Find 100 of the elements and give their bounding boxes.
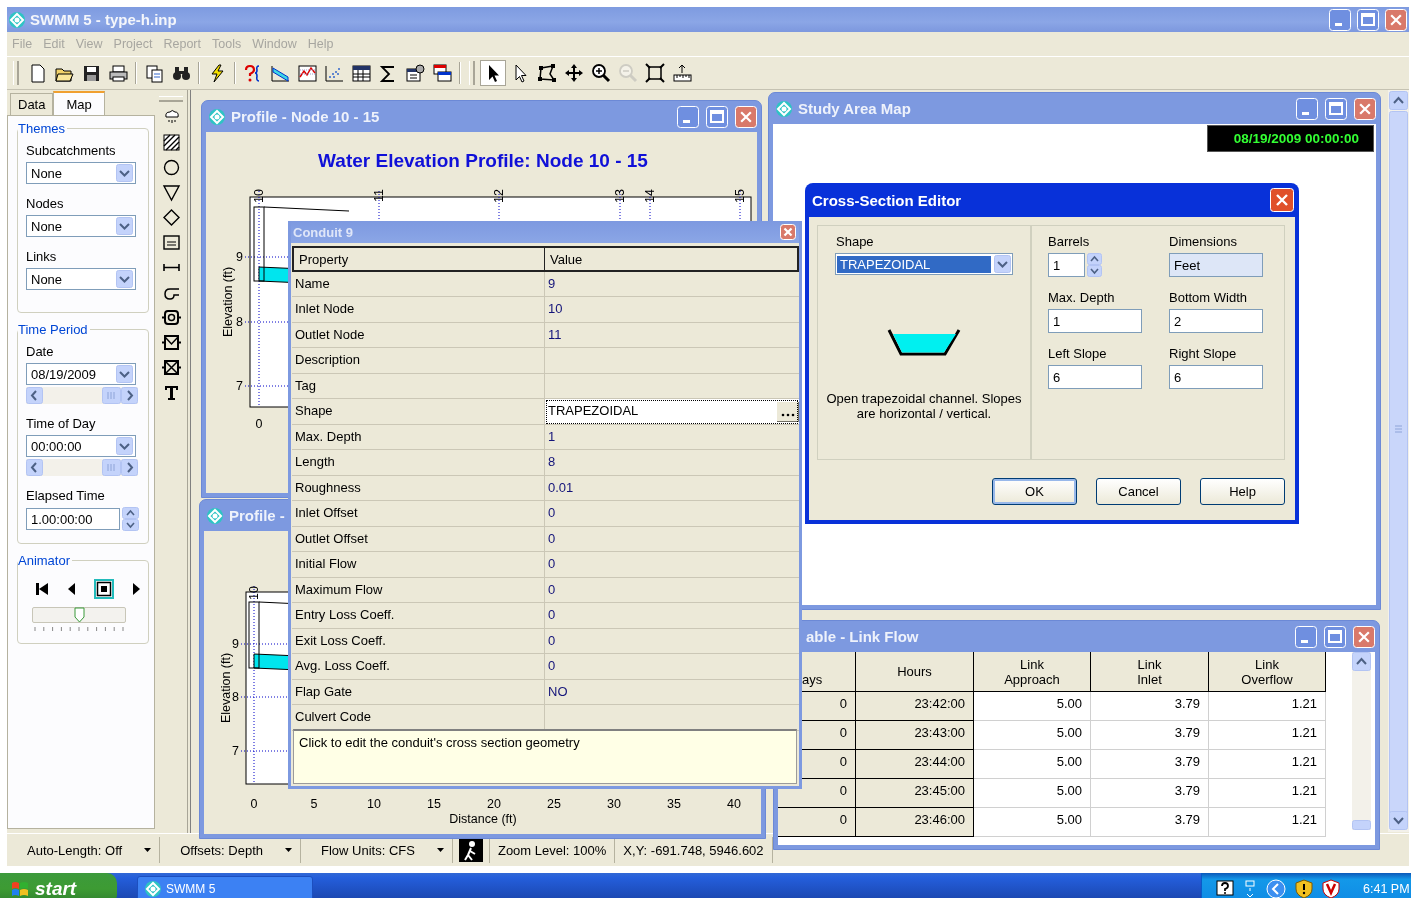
window-title: able - Link Flow bbox=[806, 628, 919, 645]
shield-icon[interactable] bbox=[1295, 879, 1313, 898]
dialog-button[interactable]: OK bbox=[992, 478, 1077, 505]
minimize-button[interactable] bbox=[1329, 8, 1351, 31]
close-button[interactable] bbox=[1353, 625, 1375, 648]
combo-value: 08/19/2009 bbox=[31, 366, 97, 382]
value-cell[interactable]: TRAPEZOIDAL bbox=[545, 399, 799, 425]
outlet-icon[interactable] bbox=[161, 358, 181, 377]
maximize-button[interactable] bbox=[1357, 8, 1379, 31]
status-dropdown[interactable]: Offsets: Depth bbox=[180, 842, 293, 858]
date-dropdown[interactable]: 08/19/2009 bbox=[26, 363, 136, 385]
table-cell: 5.00 bbox=[974, 750, 1091, 779]
field-label: Max. Depth bbox=[1048, 290, 1116, 305]
theme-dropdown[interactable]: None bbox=[26, 162, 136, 184]
input-field[interactable]: 1 bbox=[1048, 309, 1142, 333]
pointer-icon[interactable] bbox=[481, 61, 505, 85]
spinner-icon[interactable] bbox=[1087, 253, 1102, 277]
help-icon[interactable] bbox=[1216, 880, 1234, 898]
properties-icon[interactable] bbox=[403, 61, 427, 85]
barrels-field[interactable]: 1 bbox=[1048, 253, 1085, 277]
maximize-button[interactable] bbox=[706, 105, 728, 128]
start-button[interactable]: start bbox=[0, 873, 117, 898]
diamond-icon[interactable] bbox=[161, 208, 181, 227]
network-icon[interactable] bbox=[1243, 879, 1257, 898]
units-field[interactable]: Feet bbox=[1169, 253, 1263, 277]
axis-label: Elevation (ft) bbox=[221, 266, 235, 338]
axis-tick-label: 9 bbox=[232, 637, 239, 651]
axis-label: Elevation (ft) bbox=[219, 652, 233, 724]
running-figure-icon bbox=[458, 838, 483, 862]
property-cell: Inlet Node bbox=[292, 297, 545, 323]
zoom-in-icon[interactable] bbox=[589, 61, 613, 85]
spinner-icon[interactable] bbox=[122, 507, 139, 531]
input-field[interactable]: 6 bbox=[1048, 365, 1142, 389]
scrollbar[interactable] bbox=[1388, 90, 1409, 832]
more-options-icon[interactable] bbox=[777, 402, 799, 422]
weir-icon[interactable] bbox=[161, 333, 181, 352]
stop-icon[interactable] bbox=[94, 579, 114, 599]
slider-track[interactable] bbox=[32, 607, 126, 623]
minimize-button[interactable] bbox=[677, 105, 699, 128]
value-cell: 0 bbox=[545, 628, 799, 654]
scrollbar[interactable] bbox=[26, 459, 138, 476]
shield-icon[interactable] bbox=[1322, 879, 1340, 898]
maximize-button[interactable] bbox=[1324, 625, 1346, 648]
theme-dropdown[interactable]: None bbox=[26, 268, 136, 290]
status-dropdown[interactable]: Auto-Length: Off bbox=[27, 842, 152, 858]
triangle-icon[interactable] bbox=[161, 183, 181, 202]
orifice-icon[interactable] bbox=[161, 308, 181, 327]
table-cell: 3.79 bbox=[1091, 721, 1209, 750]
minimize-button[interactable] bbox=[1296, 97, 1318, 120]
group-title: Themes bbox=[18, 121, 67, 136]
table-cell: 5.00 bbox=[974, 808, 1091, 837]
taskbar-button[interactable]: SWMM 5 bbox=[137, 876, 313, 898]
skip-to-start-icon[interactable] bbox=[34, 581, 50, 597]
combo-value: None bbox=[31, 165, 63, 181]
theme-dropdown[interactable]: None bbox=[26, 215, 136, 237]
scrollbar[interactable] bbox=[26, 387, 138, 404]
close-button[interactable] bbox=[735, 105, 757, 128]
close-button[interactable] bbox=[1270, 188, 1294, 212]
app-logo-icon bbox=[144, 880, 162, 898]
toolbar-grip[interactable] bbox=[13, 61, 19, 85]
hatched-square-icon[interactable] bbox=[161, 133, 181, 152]
property-cell: Entry Loss Coeff. bbox=[292, 603, 545, 629]
panel-tab[interactable]: Map bbox=[53, 91, 105, 115]
close-button[interactable] bbox=[780, 224, 796, 240]
field-label: Right Slope bbox=[1169, 346, 1238, 361]
time-dropdown[interactable]: 00:00:00 bbox=[26, 435, 136, 457]
toolbar-grip[interactable] bbox=[469, 61, 475, 85]
app-logo-icon bbox=[208, 107, 226, 126]
property-cell: Outlet Node bbox=[292, 322, 545, 348]
property-cell: Exit Loss Coeff. bbox=[292, 628, 545, 654]
polygon-select-icon[interactable] bbox=[535, 61, 559, 85]
caret-icon[interactable] bbox=[285, 848, 293, 852]
axis-tick-label: 9 bbox=[236, 250, 243, 264]
table-cell: 5.00 bbox=[974, 779, 1091, 808]
column-header: Link Inlet bbox=[1091, 652, 1209, 692]
circle-icon[interactable] bbox=[161, 158, 181, 177]
axis-tick-label: 20 bbox=[487, 797, 501, 811]
status-dropdown[interactable]: Flow Units: CFS bbox=[321, 842, 444, 858]
storage-unit-icon[interactable] bbox=[161, 233, 181, 252]
close-button[interactable] bbox=[1354, 97, 1376, 120]
property-cell: Name bbox=[292, 271, 545, 297]
input-field[interactable]: 6 bbox=[1169, 365, 1263, 389]
app-logo-icon bbox=[775, 99, 793, 118]
elapsed-time-field[interactable]: 1.00:00:00 bbox=[26, 508, 120, 530]
maximize-button[interactable] bbox=[1325, 97, 1347, 120]
caret-icon[interactable] bbox=[144, 848, 152, 852]
axis-tick-label: 30 bbox=[607, 797, 621, 811]
cascade-windows-icon[interactable] bbox=[430, 61, 454, 85]
slider-thumb[interactable] bbox=[74, 607, 85, 623]
panel-tab[interactable]: Data bbox=[10, 93, 54, 115]
dialog-button[interactable]: Help bbox=[1200, 478, 1285, 505]
shape-dropdown[interactable]: TRAPEZOIDAL bbox=[835, 253, 1013, 275]
axis-tick-label: 7 bbox=[236, 379, 243, 393]
input-field[interactable]: 2 bbox=[1169, 309, 1263, 333]
close-button[interactable] bbox=[1385, 8, 1407, 31]
dialog-button[interactable]: Cancel bbox=[1096, 478, 1181, 505]
caret-icon[interactable] bbox=[436, 848, 444, 852]
scrollbar[interactable] bbox=[1352, 652, 1371, 830]
minimize-button[interactable] bbox=[1295, 625, 1317, 648]
full-extent-icon[interactable] bbox=[643, 61, 667, 85]
